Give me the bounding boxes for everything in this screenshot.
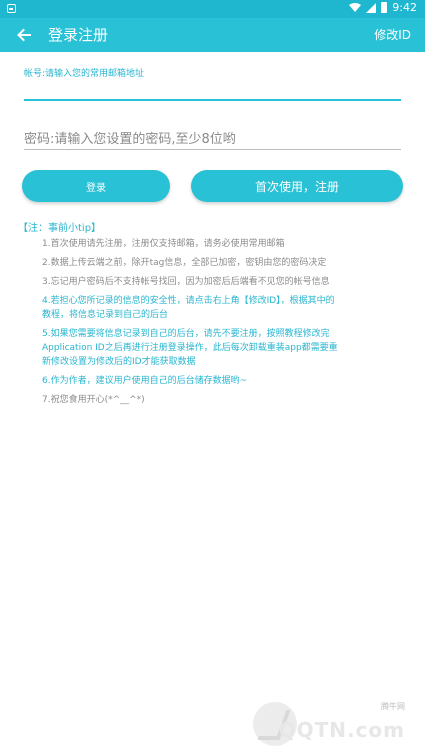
battery-icon bbox=[381, 2, 388, 13]
tip-item: Application ID之后再进行注册登录操作，此后每次卸载重装app都需要… bbox=[42, 343, 338, 353]
tip-item: 5.如果您需要将信息记录到自己的后台，请先不要注册，按照教程修改完 bbox=[42, 329, 330, 339]
notification-icon bbox=[7, 4, 16, 13]
tip-item: 6.作为作者，建议用户使用自己的后台储存数据哟~ bbox=[42, 376, 248, 386]
register-button[interactable]: 首次使用，注册 bbox=[191, 170, 403, 202]
password-underline bbox=[24, 149, 401, 150]
status-time: 9:42 bbox=[392, 1, 417, 14]
watermark: 腾牛网 QQTN.com bbox=[247, 702, 417, 750]
tip-item: 4.若担心您所记录的信息的安全性，请点击右上角【修改ID】，根据其中的 bbox=[42, 296, 335, 306]
app-bar: 登录注册 修改ID bbox=[0, 18, 425, 52]
back-arrow-icon[interactable] bbox=[14, 25, 34, 45]
signal-icon bbox=[366, 2, 377, 13]
tip-item: 1.首次使用请先注册，注册仅支持邮箱，请务必使用常用邮箱 bbox=[42, 239, 285, 249]
watermark-en: QQTN.com bbox=[278, 718, 405, 742]
tip-item: 2.数据上传云端之前，除开tag信息，全部已加密，密钥由您的密码决定 bbox=[42, 258, 327, 268]
wifi-icon bbox=[349, 3, 362, 12]
status-bar: 9:42 bbox=[0, 0, 425, 18]
tip-item: 新修改设置为修改后的ID才能获取数据 bbox=[42, 357, 196, 367]
status-icons: 9:42 bbox=[349, 1, 417, 14]
tip-item: 7.祝您食用开心(*^__^*) bbox=[42, 395, 145, 405]
watermark-cn: 腾牛网 bbox=[381, 702, 405, 711]
modify-id-button[interactable]: 修改ID bbox=[374, 27, 411, 43]
page-title: 登录注册 bbox=[48, 26, 109, 44]
tips-title: 【注：事前小tip】 bbox=[18, 223, 102, 234]
tip-item: 3.忘记用户密码后不支持帐号找回，因为加密后后端看不见您的帐号信息 bbox=[42, 277, 330, 287]
login-button[interactable]: 登录 bbox=[22, 170, 170, 202]
password-input[interactable]: 密码:请输入您设置的密码,至少8位哟 bbox=[24, 128, 236, 147]
tip-item: 教程，将信息记录到自己的后台 bbox=[42, 310, 169, 320]
account-input[interactable] bbox=[24, 99, 401, 101]
account-field-label: 帐号:请输入您的常用邮箱地址 bbox=[24, 69, 145, 79]
